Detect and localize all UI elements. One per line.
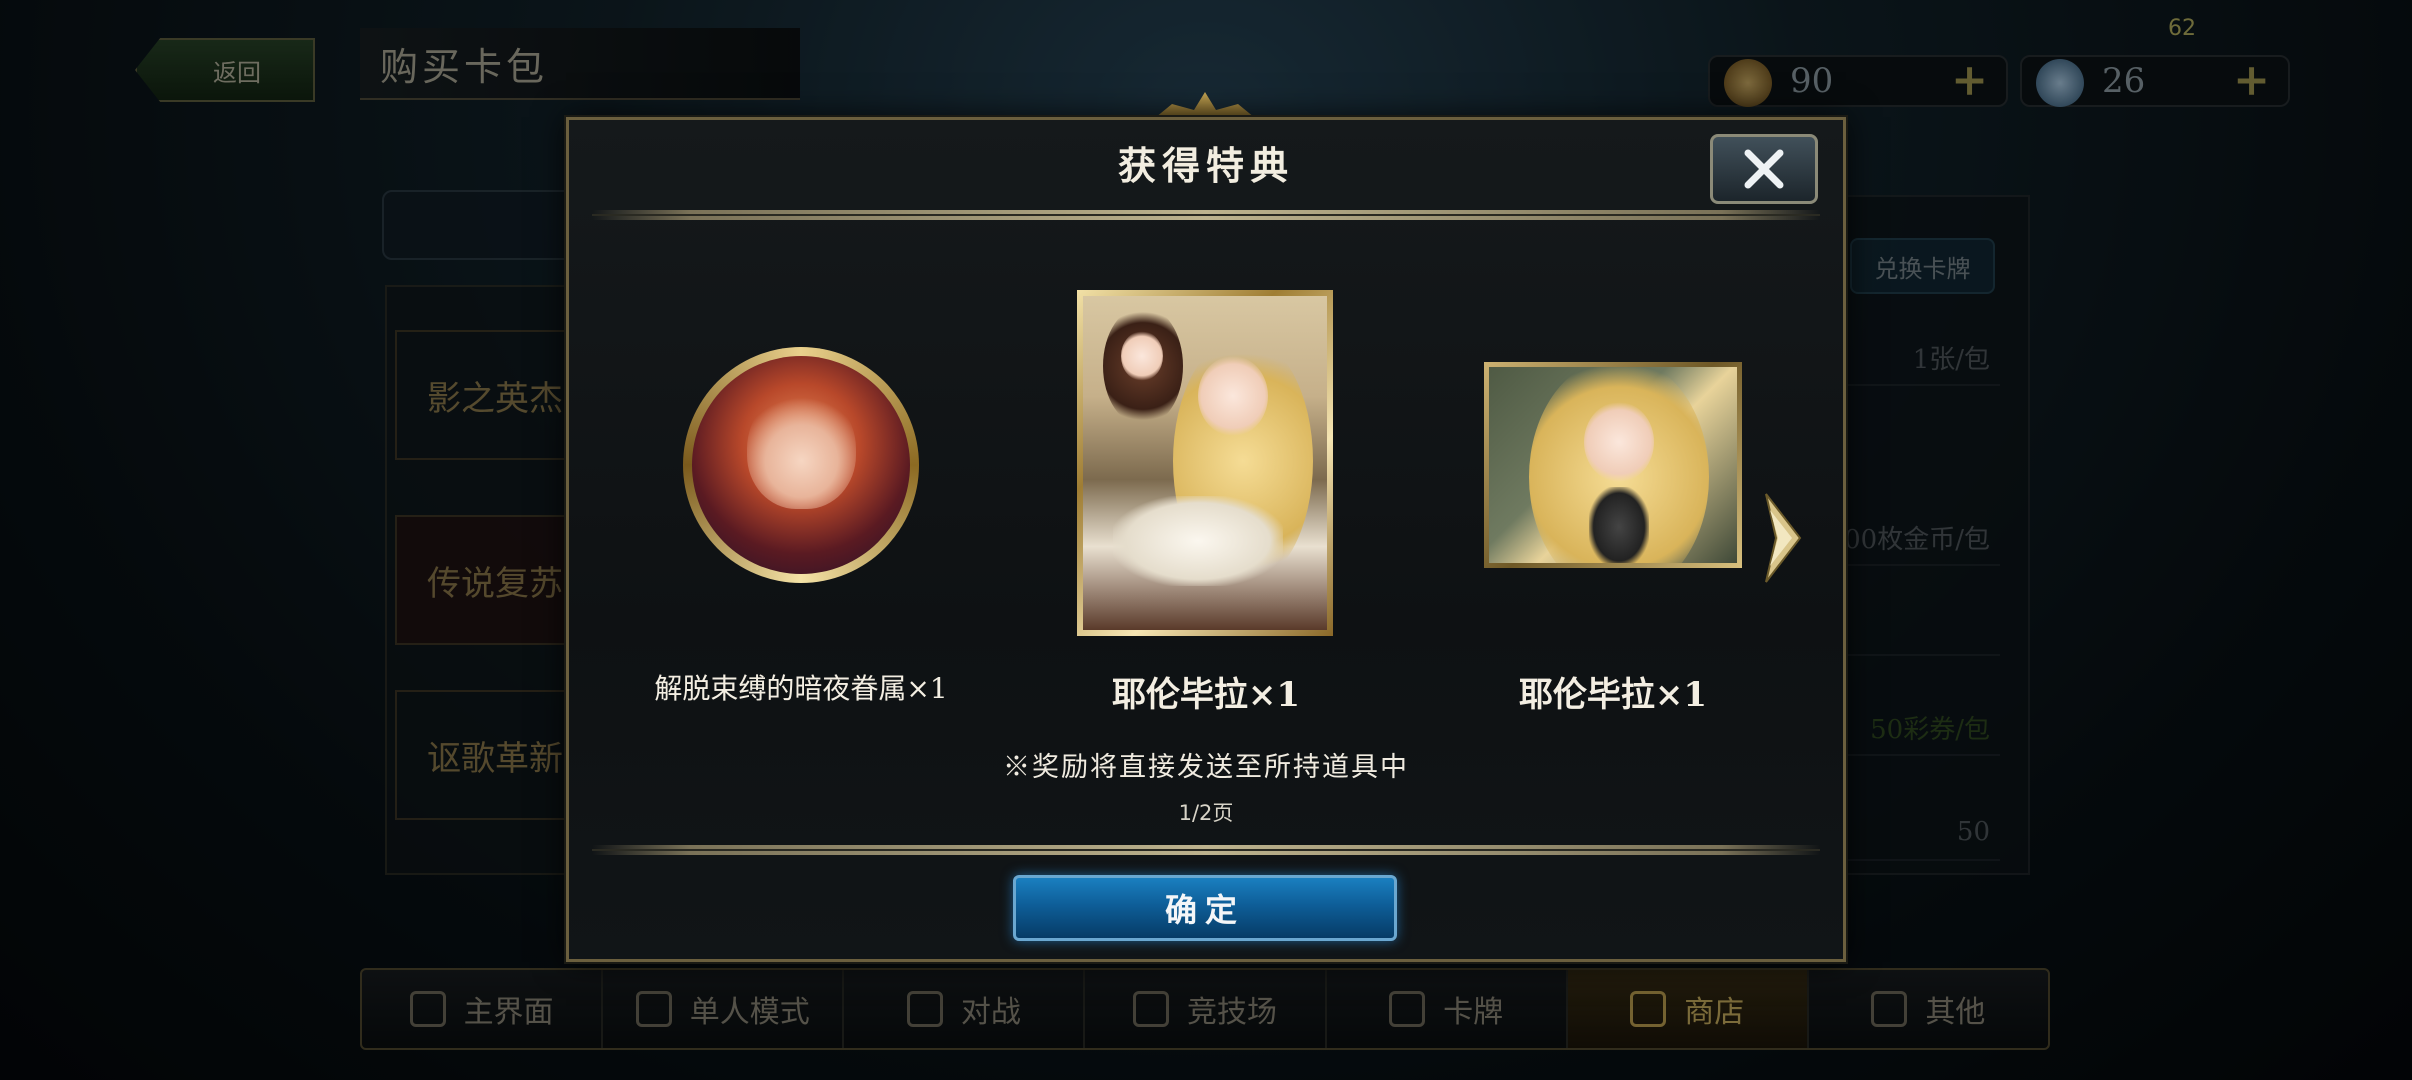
bottom-divider [592,845,1820,855]
card-art [1083,296,1327,630]
next-page-arrow-icon[interactable] [1760,490,1802,586]
emblem-art [692,356,910,574]
reward-label: 耶伦毕拉×1 [1111,675,1301,715]
dialog-title: 获得特典 [1117,143,1294,188]
close-button[interactable] [1710,134,1818,204]
reward-label: 耶伦毕拉×1 [1518,675,1708,715]
delivery-notice: ※奖励将直接发送至所持道具中 [1003,752,1409,783]
confirm-button[interactable]: 确定 [1013,875,1397,941]
close-icon [1744,149,1784,189]
reward-emblem-image[interactable] [683,347,919,583]
page-indicator: 1/2页 [1178,801,1234,825]
reward-card-image[interactable] [1077,290,1333,636]
top-divider [592,210,1820,220]
reward-sleeve-image[interactable] [1484,362,1742,568]
reward-label: 解脱束缚的暗夜眷属×1 [654,672,948,705]
sleeve-art [1489,367,1737,563]
